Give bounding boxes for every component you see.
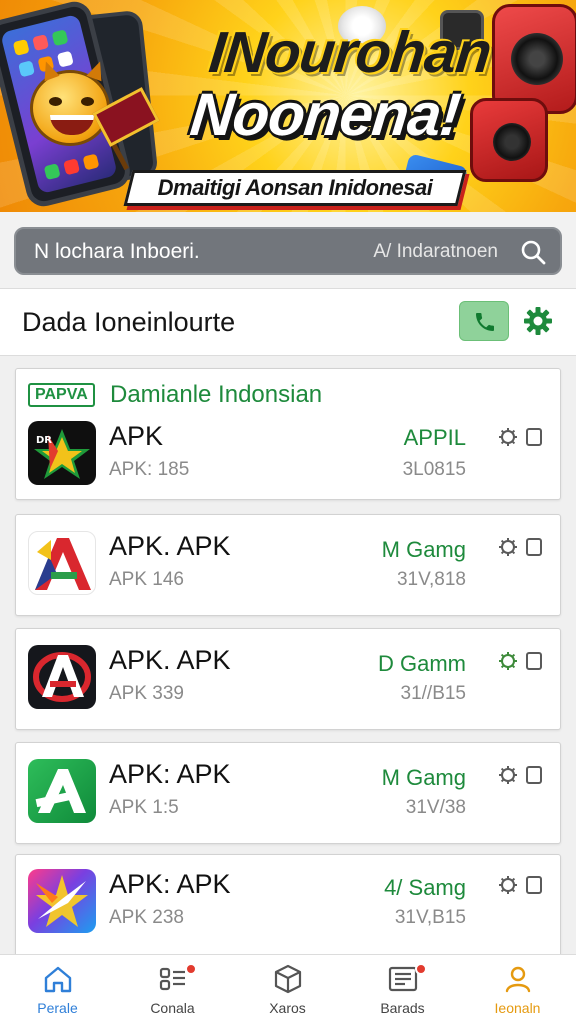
category-title: Damianle Indonsian [110,381,323,408]
settings-icon[interactable] [498,875,518,895]
search-region-text: A/ Indaratnoen [373,241,498,262]
app-tag: 4/ Samg [384,875,466,900]
app-name: APK: APK [109,869,231,899]
app-name: APK. APK [109,531,231,561]
search-area: N lochara Inboeri. A/ Indaratnoen [0,212,576,288]
notification-badge [415,963,427,975]
red-a-app-icon [28,531,96,595]
notification-badge [185,963,197,975]
app-tag: M Gamg [381,765,466,790]
list-item[interactable]: APK. APK APK 339 D Gamm 31//B15 [15,628,561,730]
phone-icon [476,313,494,331]
app-date: 3L0815 [402,459,466,480]
search-input[interactable]: N lochara Inboeri. A/ Indaratnoen [14,227,562,275]
app-subtitle: APK: 185 [109,459,190,480]
section-header: Dada Ioneinlourte [0,288,576,356]
app-date: 31V,818 [396,569,466,590]
app-tag: D Gamm [378,651,466,676]
settings-icon[interactable] [498,765,518,785]
app-tag: M Gamg [381,537,466,562]
gear-icon[interactable] [522,305,554,337]
app-subtitle: APK 238 [109,907,184,928]
search-icon[interactable] [520,239,546,265]
banner-title: INourohan [206,20,494,85]
app-date: 31V/38 [405,797,466,818]
nav-label: Ieonaln [494,1000,541,1016]
bottom-navigation: Perale Conala Xaros Barads Ieonaln [0,954,576,1024]
app-tag: APPIL [403,425,466,450]
bookmark-icon[interactable] [526,538,542,556]
colorful-star-app-icon [28,869,96,933]
nav-item-news[interactable]: Barads [345,955,460,1024]
bookmark-icon[interactable] [526,428,542,446]
settings-icon[interactable] [498,651,518,671]
nav-item-cube[interactable]: Xaros [230,955,345,1024]
list-item[interactable]: APK. APK APK 146 M Gamg 31V,818 [15,514,561,616]
cube-icon [274,964,302,994]
app-subtitle: APK 339 [109,683,184,704]
list-item[interactable]: PAPVA Damianle Indonsian DR APK APK: 185… [15,368,561,500]
bookmark-icon[interactable] [526,876,542,894]
green-a-app-icon [28,759,96,823]
call-button[interactable] [459,301,509,341]
bookmark-icon[interactable] [526,652,542,670]
bookmark-icon[interactable] [526,766,542,784]
app-subtitle: APK 146 [109,569,184,590]
nav-item-home[interactable]: Perale [0,955,115,1024]
nav-label: Conala [150,1000,195,1016]
nav-label: Barads [380,1000,425,1016]
home-icon [44,966,72,993]
nav-label: Perale [37,1000,78,1016]
list-item[interactable]: APK: APK APK 1:5 M Gamg 31V/38 [15,742,561,844]
app-date: 31V,B15 [394,907,466,928]
promo-banner[interactable]: INourohan Noonena! Dmaitigi Aonsan Inido… [0,0,576,212]
nav-item-list[interactable]: Conala [115,955,230,1024]
list-item[interactable]: APK: APK APK 238 4/ Samg 31V,B15 [15,854,561,954]
search-query-text: N lochara Inboeri. [34,240,200,263]
laughing-emoji-icon [30,58,110,146]
category-badge: PAPVA [28,383,95,407]
profile-icon [505,966,531,993]
settings-icon[interactable] [498,537,518,557]
app-subtitle: APK 1:5 [109,797,179,818]
app-name: APK: APK [109,759,231,789]
app-list: PAPVA Damianle Indonsian DR APK APK: 185… [0,356,576,954]
dark-star-app-icon: DR [28,421,96,485]
section-title: Dada Ioneinlourte [22,307,236,337]
banner-subtitle: Dmaitigi Aonsan Inidonesai [157,175,433,200]
nav-label: Xaros [269,1000,306,1016]
dark-a-app-icon [28,645,96,709]
app-date: 31//B15 [400,683,467,704]
nav-item-profile[interactable]: Ieonaln [460,955,575,1024]
banner-title-line2: Noonena! [187,81,463,148]
app-name: APK. APK [109,645,231,675]
settings-icon[interactable] [498,427,518,447]
svg-text:DR: DR [36,435,52,446]
app-name: APK [109,421,164,451]
